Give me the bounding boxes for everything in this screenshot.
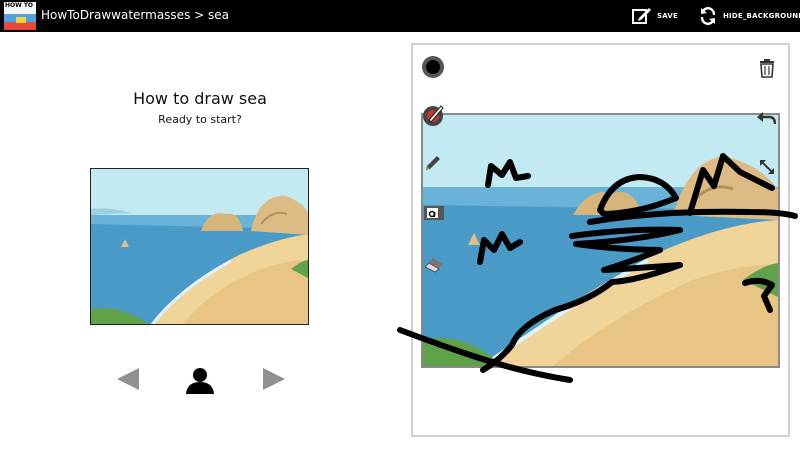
resize-icon — [760, 160, 774, 174]
brush-size-icon — [423, 105, 444, 126]
color-button[interactable] — [421, 55, 445, 83]
pencil-icon — [426, 156, 440, 170]
eraser-button[interactable] — [423, 255, 445, 277]
refresh-icon — [700, 7, 716, 25]
triangle-left-icon — [117, 368, 139, 390]
triangle-right-icon — [263, 368, 285, 390]
save-button[interactable]: SAVE — [632, 0, 678, 32]
app-logo-text: HOW TO — [5, 2, 34, 9]
person-icon — [186, 368, 214, 394]
lesson-subtitle: Ready to start? — [158, 113, 242, 126]
trash-icon — [760, 59, 774, 78]
hide-background-label: HIDE_BACKGROUND — [723, 12, 800, 20]
reference-image — [90, 168, 309, 325]
text-tool-button[interactable] — [423, 204, 445, 226]
top-bar: HOW TO HowToDrawwatermasses > sea SAVE H… — [0, 0, 800, 32]
delete-button[interactable] — [757, 58, 777, 82]
undo-icon — [757, 112, 777, 125]
resize-button[interactable] — [758, 158, 776, 180]
next-button[interactable] — [261, 366, 287, 396]
drawing-background-image[interactable] — [421, 113, 780, 368]
color-dot-icon — [422, 56, 444, 78]
previous-button[interactable] — [115, 366, 141, 396]
lesson-title: How to draw sea — [133, 89, 267, 108]
profile-button[interactable] — [185, 367, 215, 399]
pencil-button[interactable] — [424, 154, 442, 176]
brush-size-button[interactable] — [421, 103, 445, 131]
app-logo-icon[interactable]: HOW TO — [4, 2, 36, 30]
save-icon — [632, 8, 651, 24]
undo-button[interactable] — [756, 110, 777, 130]
hide-background-button[interactable]: HIDE_BACKGROUND — [698, 0, 800, 32]
save-label: SAVE — [657, 12, 678, 20]
eraser-icon — [424, 258, 443, 273]
breadcrumb: HowToDrawwatermasses > sea — [41, 8, 229, 22]
text-icon — [424, 206, 444, 220]
